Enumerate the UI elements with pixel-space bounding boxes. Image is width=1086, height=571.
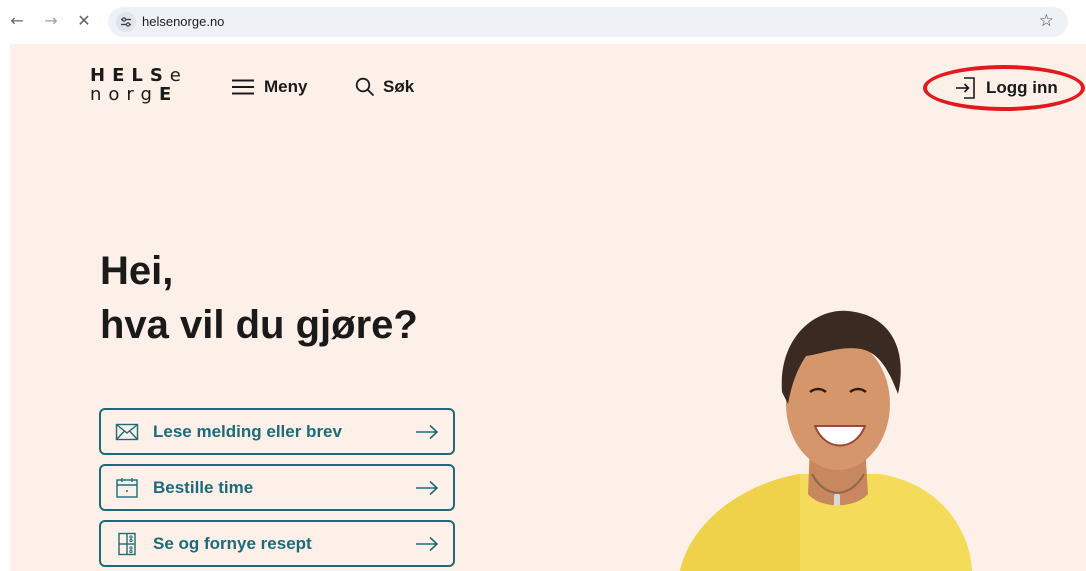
- logo-line-2: norgE: [90, 84, 179, 105]
- hero-heading: Hei, hva vil du gjøre?: [100, 244, 418, 352]
- search-label: Søk: [383, 77, 415, 96]
- action-book-appointment-button[interactable]: Bestille time: [99, 464, 455, 511]
- action-label: Lese melding eller brev: [153, 421, 342, 441]
- arrow-right-icon: [416, 480, 439, 495]
- browser-toolbar: ← → ✕ helsenorge.no ☆: [0, 0, 1086, 44]
- search-button[interactable]: Søk: [355, 77, 414, 97]
- hero-line-2: hva vil du gjøre?: [100, 303, 418, 347]
- login-label: Logg inn: [986, 78, 1058, 97]
- page-content: HELSe norgE Meny Søk Logg inn Hei, hva v…: [10, 44, 1086, 571]
- close-icon[interactable]: ✕: [73, 10, 95, 32]
- action-label: Se og fornye resept: [153, 533, 312, 553]
- hero-line-1: Hei,: [100, 249, 174, 293]
- menu-button[interactable]: Meny: [232, 77, 307, 97]
- search-icon: [355, 77, 375, 97]
- arrow-right-icon: [416, 536, 439, 551]
- calendar-icon: [116, 477, 138, 498]
- envelope-icon: [115, 423, 139, 440]
- hamburger-icon: [232, 79, 254, 95]
- url-text: helsenorge.no: [142, 14, 225, 29]
- logo-line-1: HELSe: [90, 65, 188, 86]
- action-read-messages-button[interactable]: Lese melding eller brev: [99, 408, 455, 455]
- address-bar[interactable]: helsenorge.no ☆: [108, 7, 1068, 37]
- helsenorge-logo[interactable]: HELSe norgE: [90, 66, 188, 104]
- login-button[interactable]: Logg inn: [956, 77, 1058, 99]
- login-icon: [956, 77, 975, 99]
- star-icon[interactable]: ☆: [1039, 11, 1054, 31]
- menu-label: Meny: [264, 77, 308, 96]
- prescription-icon: [118, 532, 136, 555]
- arrow-right-icon: [416, 424, 439, 439]
- site-info-icon[interactable]: [116, 12, 136, 32]
- forward-icon[interactable]: →: [40, 10, 62, 32]
- back-icon[interactable]: ←: [6, 10, 28, 32]
- action-label: Bestille time: [153, 477, 254, 497]
- action-prescription-button[interactable]: Se og fornye resept: [99, 520, 455, 567]
- hero-portrait-image: [680, 310, 972, 571]
